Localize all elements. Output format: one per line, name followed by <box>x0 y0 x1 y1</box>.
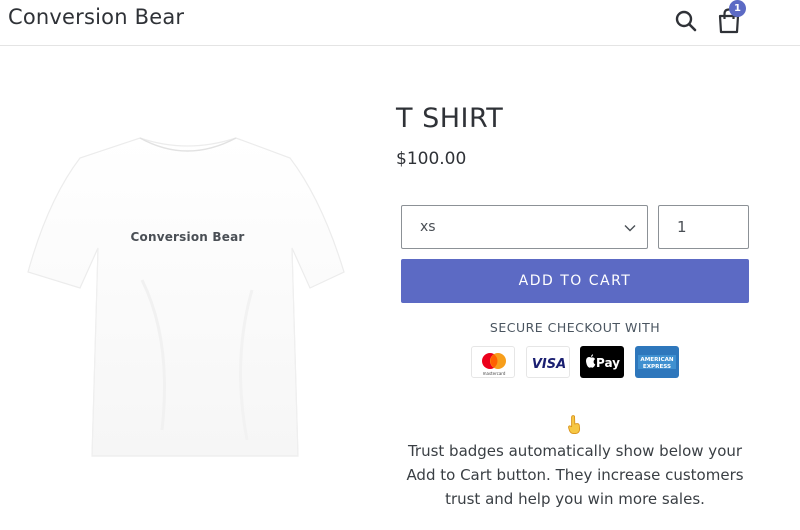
add-to-cart-button[interactable]: ADD TO CART <box>401 259 749 303</box>
tshirt-print-text: Conversion Bear <box>130 230 245 244</box>
site-header: Conversion Bear 1 <box>0 0 800 46</box>
pointing-hand-icon <box>562 413 586 437</box>
svg-text:Pay: Pay <box>596 356 620 370</box>
apple-pay-icon: Pay <box>580 346 624 378</box>
search-button[interactable] <box>672 7 700 35</box>
mastercard-icon: mastercard <box>471 346 515 378</box>
american-express-icon: AMERICAN EXPRESS <box>635 346 679 378</box>
size-selected-value: xs <box>420 219 436 235</box>
search-icon <box>675 10 697 32</box>
product-price: $100.00 <box>396 149 467 169</box>
product-image <box>22 130 352 460</box>
quantity-input[interactable] <box>658 205 749 249</box>
size-select[interactable]: xs <box>401 205 648 249</box>
trust-badges-description: Trust badges automatically show below yo… <box>406 442 744 508</box>
svg-text:mastercard: mastercard <box>483 371 506 376</box>
store-logo[interactable]: Conversion Bear <box>8 5 184 29</box>
svg-text:AMERICAN: AMERICAN <box>640 357 674 363</box>
visa-icon: VISA <box>526 346 570 378</box>
svg-text:EXPRESS: EXPRESS <box>643 364 671 370</box>
tshirt-image <box>27 137 345 457</box>
svg-text:VISA: VISA <box>532 357 566 372</box>
cart-count-badge: 1 <box>729 0 746 17</box>
chevron-down-icon <box>624 225 636 232</box>
product-title: T SHIRT <box>396 103 504 134</box>
secure-checkout-label: SECURE CHECKOUT WITH <box>489 320 661 335</box>
